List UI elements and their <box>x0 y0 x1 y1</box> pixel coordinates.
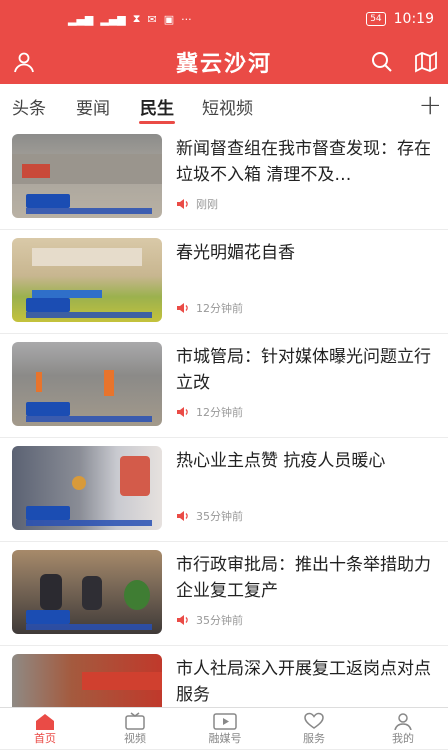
nav-service[interactable]: 服务 <box>284 712 344 746</box>
battery-icon: 54 <box>366 12 386 26</box>
add-tab-icon[interactable]: + <box>419 88 442 121</box>
list-item[interactable]: 热心业主点赞 抗疫人员暖心 35分钟前 <box>0 438 448 542</box>
speaker-icon[interactable] <box>176 198 190 210</box>
bottom-nav: 首页 视频 融媒号 服务 我的 <box>0 707 448 745</box>
article-time: 12分钟前 <box>196 406 243 419</box>
list-item[interactable]: 新闻督查组在我市督查发现：存在垃圾不入箱 清理不及… 刚刚 <box>0 126 448 230</box>
nav-label: 视频 <box>124 732 146 745</box>
article-title: 新闻督查组在我市督查发现：存在垃圾不入箱 清理不及… <box>176 139 431 185</box>
article-time: 刚刚 <box>196 198 218 211</box>
article-time: 35分钟前 <box>196 614 243 627</box>
article-title: 春光明媚花自香 <box>176 243 295 263</box>
speaker-icon[interactable] <box>176 510 190 522</box>
nav-label: 融媒号 <box>208 732 242 745</box>
nav-video[interactable]: 视频 <box>105 712 165 746</box>
status-icons: ▂▄▆ ▂▄▆ ⧗ ✉ ▣ ··· <box>68 12 192 26</box>
profile-icon <box>394 713 412 730</box>
nav-label: 服务 <box>303 732 325 745</box>
mail-icon: ✉ <box>147 12 157 26</box>
map-icon[interactable] <box>414 50 438 74</box>
signal-icon-2: ▂▄▆ <box>100 12 126 26</box>
article-thumbnail <box>12 238 162 322</box>
tab-short-video[interactable]: 短视频 <box>202 94 253 119</box>
nav-mine[interactable]: 我的 <box>373 712 433 746</box>
nav-label: 首页 <box>34 732 56 745</box>
tab-livelihood[interactable]: 民生 <box>140 94 174 119</box>
category-tabs: 头条 要闻 民生 短视频 + <box>0 84 448 126</box>
article-title: 市城管局：针对媒体曝光问题立行立改 <box>176 347 431 393</box>
tab-news[interactable]: 要闻 <box>76 94 110 119</box>
article-thumbnail <box>12 550 162 634</box>
article-title: 热心业主点赞 抗疫人员暖心 <box>176 451 386 471</box>
speaker-icon[interactable] <box>176 614 190 626</box>
article-thumbnail <box>12 446 162 530</box>
article-title: 市行政审批局：推出十条举措助力企业复工复产 <box>176 555 431 601</box>
shield-icon: ▣ <box>163 12 175 26</box>
hourglass-icon: ⧗ <box>132 12 141 25</box>
list-item[interactable]: 市行政审批局：推出十条举措助力企业复工复产 35分钟前 <box>0 542 448 646</box>
more-icon: ··· <box>181 12 192 26</box>
search-icon[interactable] <box>370 50 394 74</box>
nav-home[interactable]: 首页 <box>15 712 75 746</box>
app-bar: 冀云沙河 <box>0 40 448 84</box>
list-item[interactable]: 市城管局：针对媒体曝光问题立行立改 12分钟前 <box>0 334 448 438</box>
speaker-icon[interactable] <box>176 406 190 418</box>
list-item[interactable]: 春光明媚花自香 12分钟前 <box>0 230 448 334</box>
nav-media[interactable]: 融媒号 <box>195 712 255 746</box>
home-icon <box>36 714 54 730</box>
video-play-icon <box>213 713 237 730</box>
article-title: 市人社局深入开展复工返岗点对点服务 <box>176 659 431 705</box>
tab-headlines[interactable]: 头条 <box>12 94 46 119</box>
signal-icon: ▂▄▆ <box>68 12 94 26</box>
active-tab-indicator <box>139 121 175 124</box>
article-time: 12分钟前 <box>196 302 243 315</box>
speaker-icon[interactable] <box>176 302 190 314</box>
nav-label: 我的 <box>392 732 414 745</box>
clock: 10:19 <box>393 11 434 27</box>
article-thumbnail <box>12 342 162 426</box>
status-bar: ▂▄▆ ▂▄▆ ⧗ ✉ ▣ ··· 54 10:19 <box>0 0 448 40</box>
tv-icon <box>125 712 145 730</box>
heart-icon <box>304 712 324 729</box>
article-thumbnail <box>12 134 162 218</box>
article-time: 35分钟前 <box>196 510 243 523</box>
